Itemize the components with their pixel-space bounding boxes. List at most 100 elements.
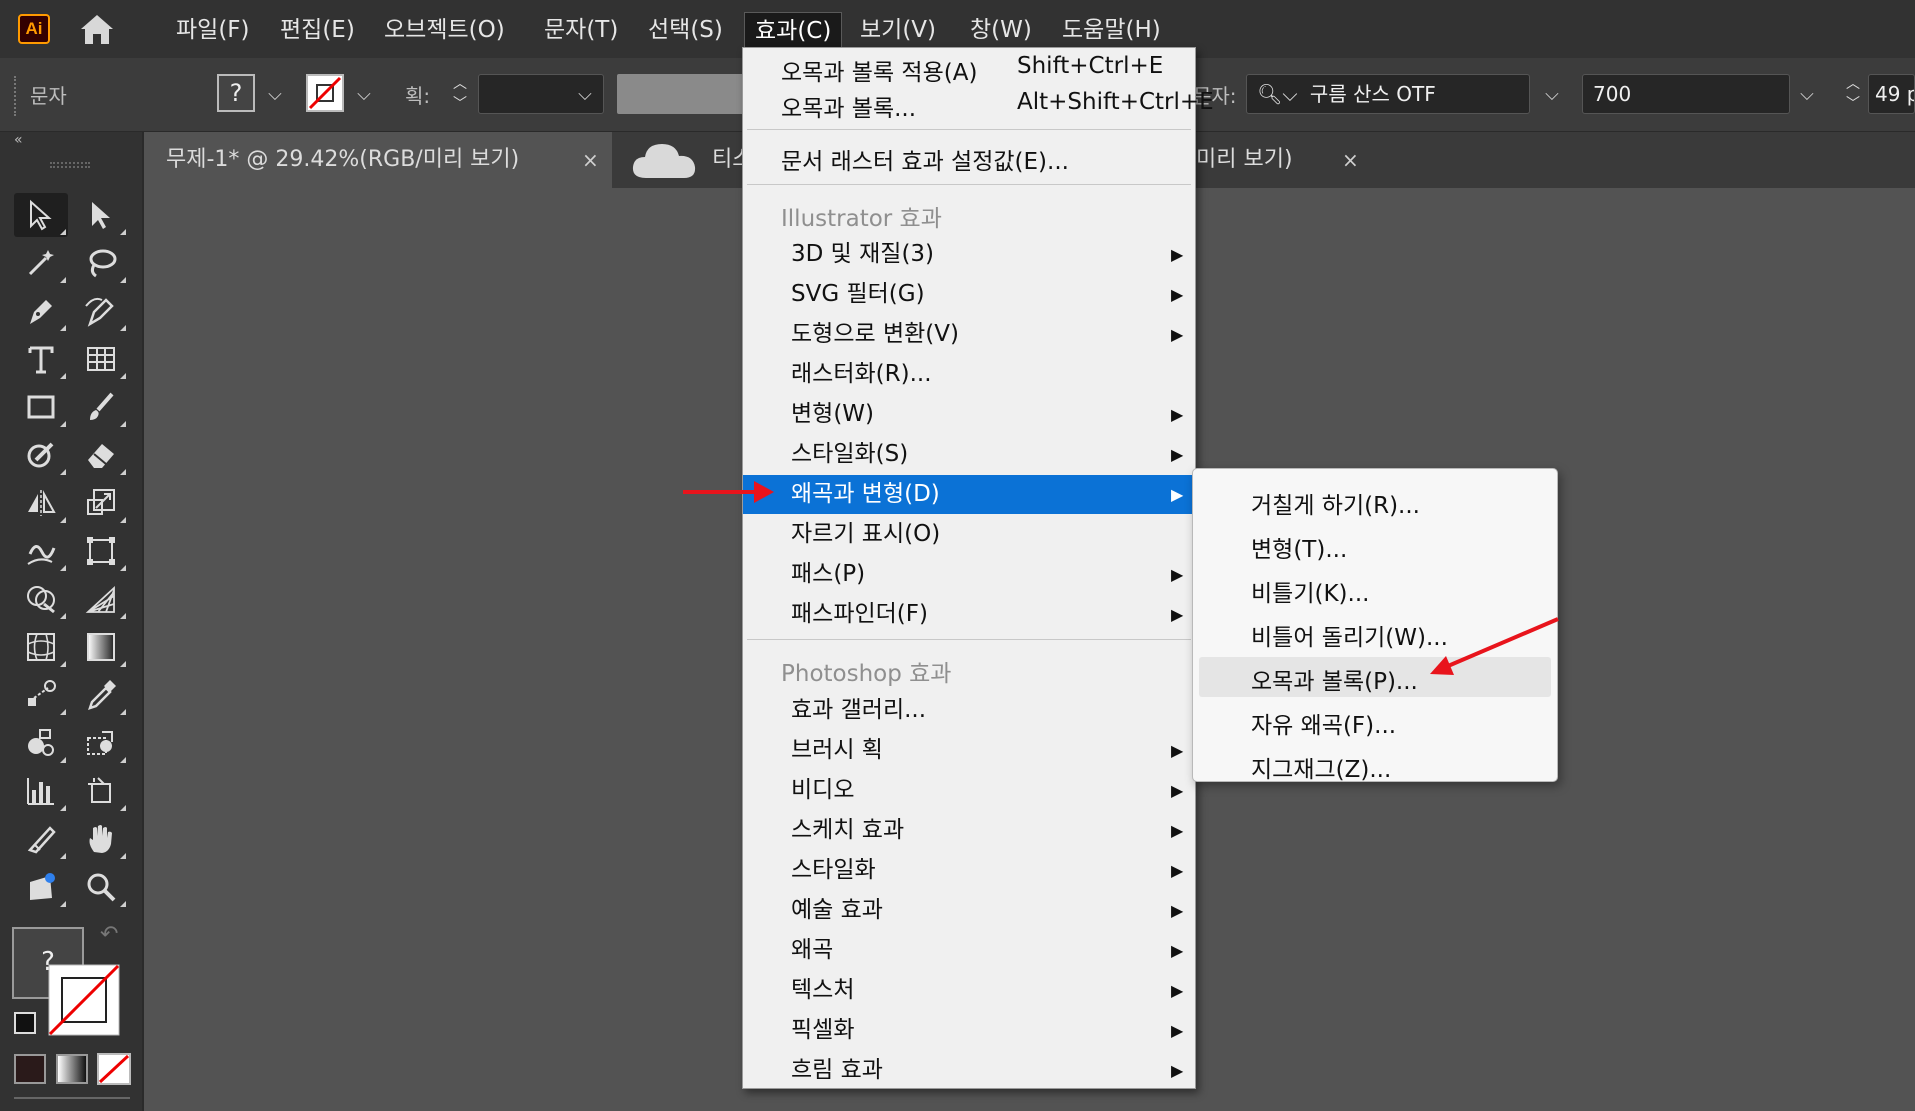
swap-fill-stroke-icon[interactable]: ↶ xyxy=(100,922,118,947)
eyedropper-tool[interactable] xyxy=(74,673,128,717)
effect-menu-item[interactable]: 3D 및 재질(3) ▶ xyxy=(743,235,1195,274)
tab-document-1-close-icon[interactable]: × xyxy=(582,132,599,188)
effect-menu-item[interactable]: 변형(W) ▶ xyxy=(743,395,1195,434)
menu-2[interactable]: 편집(E) xyxy=(270,12,365,48)
effect-menu-item[interactable]: SVG 필터(G) ▶ xyxy=(743,275,1195,314)
effect-menu-item[interactable]: 스타일화 ▶ xyxy=(743,851,1195,890)
effect-menu-item[interactable]: 흐림 효과 ▶ xyxy=(743,1051,1195,1090)
slice-tool[interactable] xyxy=(14,817,68,861)
curvature-tool[interactable] xyxy=(74,289,128,333)
none-mode-button[interactable] xyxy=(96,1052,132,1086)
hand-tool[interactable] xyxy=(74,817,128,861)
menu-8[interactable]: 창(W) xyxy=(960,12,1042,48)
effect-menu-item[interactable]: 예술 효과 ▶ xyxy=(743,891,1195,930)
draw-mode-buttons[interactable] xyxy=(14,1097,130,1111)
stroke-dropdown-icon[interactable]: ⌵ xyxy=(349,80,379,110)
warp-tool[interactable] xyxy=(14,529,68,573)
font-family-dropdown-icon[interactable]: ⌵ xyxy=(1537,80,1567,110)
perspective-grid-tool[interactable] xyxy=(74,577,128,621)
stroke-swatch[interactable] xyxy=(306,74,344,112)
effect-menu-item[interactable]: 래스터화(R)... xyxy=(743,355,1195,394)
gradient-mode-button[interactable] xyxy=(56,1054,88,1084)
effect-menu-item[interactable]: 비디오 ▶ xyxy=(743,771,1195,810)
blend-tool[interactable] xyxy=(14,673,68,717)
distort-submenu-item[interactable]: 자유 왜곡(F)... xyxy=(1199,701,1551,741)
menu-7[interactable]: 보기(V) xyxy=(850,12,946,48)
effect-menu-item[interactable]: 브러시 획 ▶ xyxy=(743,731,1195,770)
mesh-tool[interactable] xyxy=(14,625,68,669)
effect-menu-item[interactable]: 패스파인더(F) ▶ xyxy=(743,595,1195,634)
paintbrush-tool[interactable] xyxy=(74,385,128,429)
selection-tool[interactable] xyxy=(14,193,68,237)
grid-tool[interactable] xyxy=(74,337,128,381)
font-family-field[interactable]: 🔍︎⌵ 구름 산스 OTF xyxy=(1246,74,1530,114)
stroke-color-box[interactable] xyxy=(48,964,120,1036)
menu-1[interactable]: 파일(F) xyxy=(166,12,260,48)
free-transform-tool[interactable] xyxy=(74,529,128,573)
apply-last-effect-item[interactable]: 오목과 볼록 적용(A) Shift+Ctrl+E xyxy=(743,53,1195,87)
distort-submenu-item[interactable]: 오목과 볼록(P)... xyxy=(1199,657,1551,697)
distort-submenu-item[interactable]: 지그재그(Z)... xyxy=(1199,745,1551,785)
tab-document-3-close-icon[interactable]: × xyxy=(1342,132,1359,188)
font-size-stepper[interactable]: ︿ ﹀ xyxy=(1838,74,1868,112)
effect-menu-item[interactable]: 픽셀화 ▶ xyxy=(743,1011,1195,1050)
magic-wand-tool[interactable] xyxy=(14,241,68,285)
effect-menu-item[interactable]: 스타일화(S) ▶ xyxy=(743,435,1195,474)
rectangle-tool[interactable] xyxy=(14,385,68,429)
menu-6[interactable]: 효과(C) xyxy=(744,12,843,48)
effect-menu-item[interactable]: 텍스처 ▶ xyxy=(743,971,1195,1010)
effect-menu-item[interactable]: 왜곡 ▶ xyxy=(743,931,1195,970)
effect-menu-item[interactable]: 패스(P) ▶ xyxy=(743,555,1195,594)
fill-dropdown-icon[interactable]: ⌵ xyxy=(260,80,290,110)
color-mode-button[interactable] xyxy=(14,1054,46,1084)
last-effect-item[interactable]: 오목과 볼록... Alt+Shift+Ctrl+E xyxy=(743,89,1214,123)
font-size-field[interactable]: 49 p xyxy=(1868,74,1915,114)
eraser-tool[interactable] xyxy=(74,433,128,477)
reflect-tool[interactable] xyxy=(14,481,68,525)
font-style-field[interactable]: 700 xyxy=(1582,74,1790,114)
tool-group-indicator xyxy=(60,469,66,475)
stroke-weight-dropdown-icon[interactable]: ⌵ xyxy=(570,80,600,110)
scale-tool[interactable] xyxy=(74,481,128,525)
document-raster-settings-item[interactable]: 문서 래스터 효과 설정값(E)... xyxy=(743,142,1195,176)
shaper-tool[interactable] xyxy=(14,433,68,477)
effect-menu-item[interactable]: 왜곡과 변형(D) ▶ xyxy=(743,475,1195,514)
effect-menu-item[interactable]: 효과 갤러리... xyxy=(743,691,1195,730)
default-fill-stroke-icon[interactable] xyxy=(14,1012,36,1034)
effect-menu-item[interactable]: 자르기 표시(O) xyxy=(743,515,1195,554)
distort-submenu-item[interactable]: 비틀기(K)... xyxy=(1199,569,1551,609)
gradient-tool[interactable] xyxy=(74,625,128,669)
puppet-warp-tool[interactable] xyxy=(14,865,68,909)
home-icon[interactable] xyxy=(78,12,116,46)
fill-swatch[interactable]: ? xyxy=(217,74,255,112)
shape-builder-tool[interactable] xyxy=(14,577,68,621)
distort-transform-submenu: 거칠게 하기(R)... 변형(T)... 비틀기(K)... 비틀어 돌리기(W).… xyxy=(1192,468,1558,785)
zoom-tool[interactable] xyxy=(74,865,128,909)
artboard-tool[interactable] xyxy=(74,769,128,813)
stroke-weight-stepper[interactable]: ︿ ﹀ xyxy=(445,74,475,112)
tab-document-1[interactable]: 무제-1* @ 29.42%(RGB/미리 보기) xyxy=(146,132,612,188)
symbol-sprayer-tool[interactable] xyxy=(14,721,68,765)
menu-9[interactable]: 도움말(H) xyxy=(1052,12,1171,48)
control-bar-grip[interactable] xyxy=(14,76,17,116)
menu-3[interactable]: 오브젝트(O) xyxy=(374,12,515,48)
menu-4[interactable]: 문자(T) xyxy=(534,12,628,48)
direct-selection-tool[interactable] xyxy=(74,193,128,237)
type-tool[interactable] xyxy=(14,337,68,381)
collapse-panel-icon[interactable]: « xyxy=(14,132,23,148)
font-style-dropdown-icon[interactable]: ⌵ xyxy=(1792,80,1822,110)
distort-submenu-item[interactable]: 거칠게 하기(R)... xyxy=(1199,481,1551,521)
lasso-tool[interactable] xyxy=(74,241,128,285)
variable-width-profile[interactable] xyxy=(617,74,745,114)
tools-panel-grip[interactable] xyxy=(50,162,90,168)
distort-submenu-item[interactable]: 비틀어 돌리기(W)... xyxy=(1199,613,1551,653)
pen-tool[interactable] xyxy=(14,289,68,333)
tab-document-2[interactable]: 티스 xyxy=(616,132,752,188)
distort-submenu-item[interactable]: 변형(T)... xyxy=(1199,525,1551,565)
effect-menu-item[interactable]: 도형으로 변환(V) ▶ xyxy=(743,315,1195,354)
effect-menu-item[interactable]: 스케치 효과 ▶ xyxy=(743,811,1195,850)
live-paint-tool[interactable] xyxy=(74,721,128,765)
tab-document-3[interactable]: 미리 보기) xyxy=(1196,132,1396,188)
column-graph-tool[interactable] xyxy=(14,769,68,813)
menu-5[interactable]: 선택(S) xyxy=(638,12,733,48)
